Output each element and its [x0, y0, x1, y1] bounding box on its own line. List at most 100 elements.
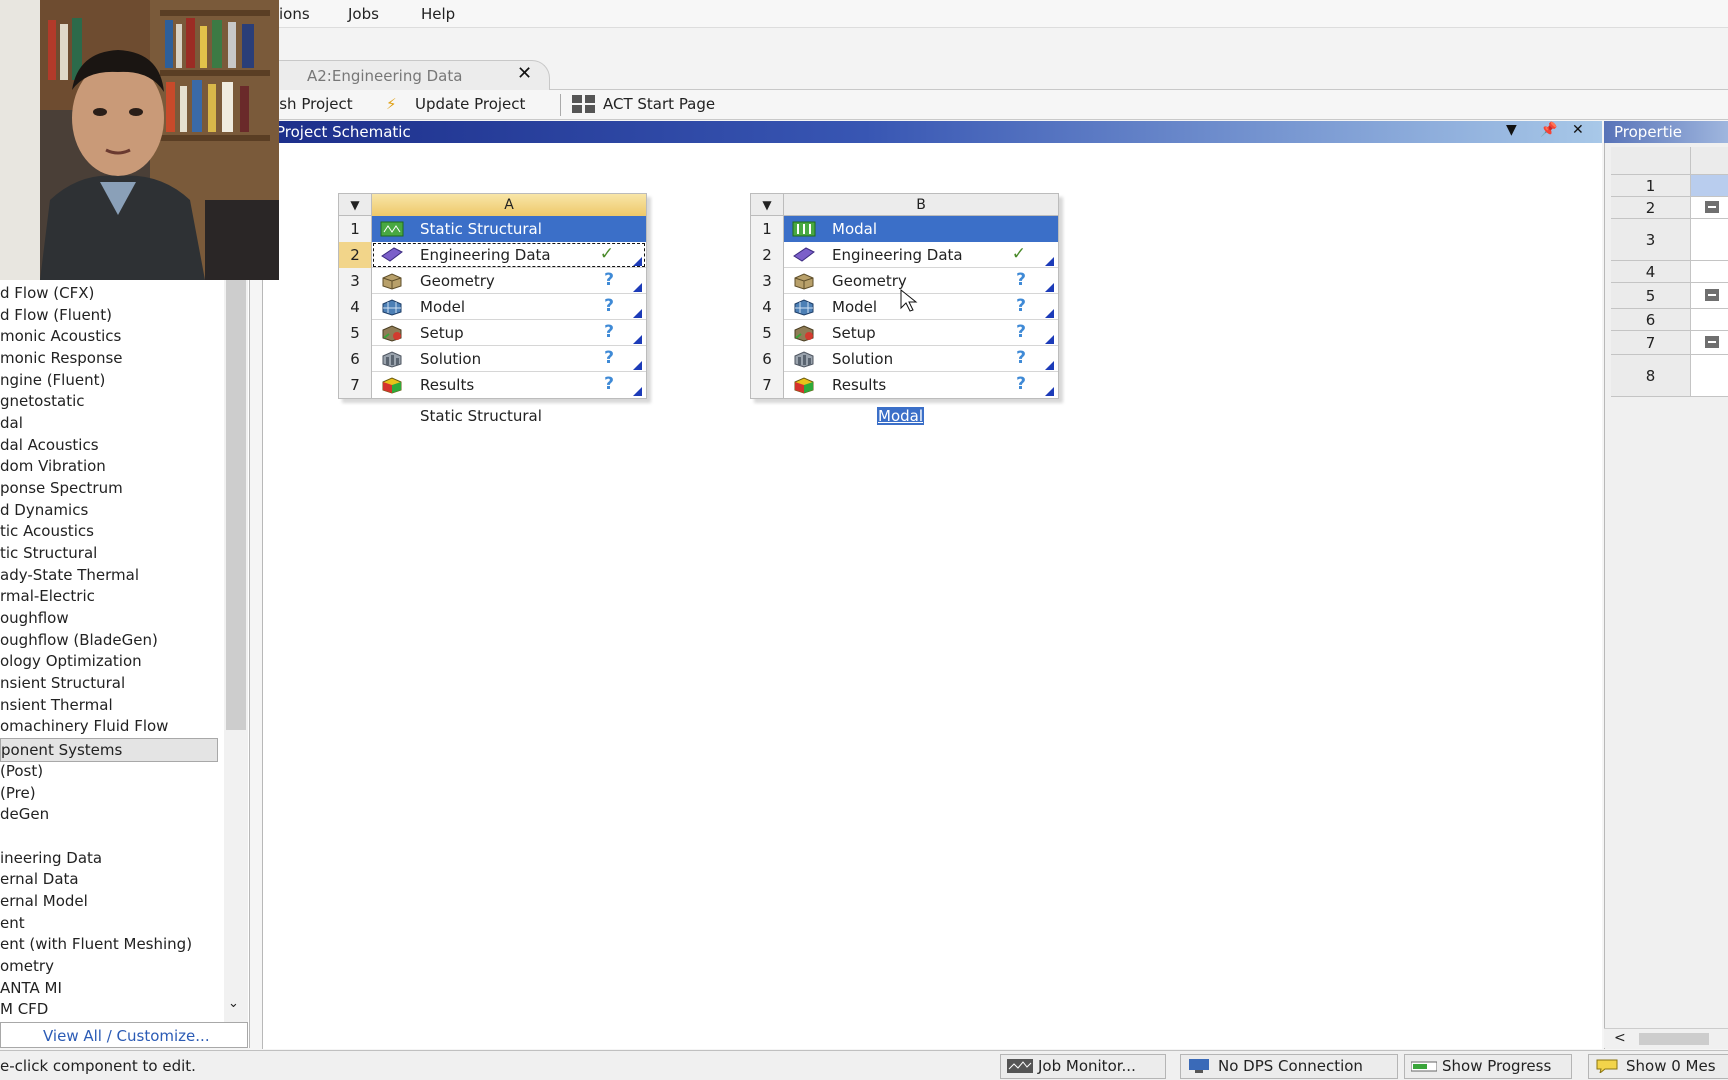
properties-row[interactable]: 8: [1611, 355, 1728, 397]
toolbox-item[interactable]: dom Vibration: [0, 457, 106, 475]
collapse-icon[interactable]: [1705, 200, 1719, 213]
system-row[interactable]: 5 Setup?: [339, 320, 646, 346]
scroll-left-icon[interactable]: <: [1614, 1030, 1626, 1046]
toolbox-item[interactable]: omachinery Fluid Flow: [0, 717, 168, 735]
toolbox-item[interactable]: (Pre): [0, 784, 36, 802]
system-header: ▼ B: [751, 194, 1058, 216]
needs-attention-icon: ?: [604, 374, 614, 394]
up-to-date-icon: ✓: [1011, 244, 1026, 264]
corner-arrow-icon: [1045, 387, 1054, 396]
toolbox-item[interactable]: (Post): [0, 762, 43, 780]
toolbox-item[interactable]: tic Acoustics: [0, 522, 94, 540]
system-column-label: A: [372, 194, 646, 216]
update-project-button[interactable]: Update Project: [415, 95, 525, 113]
view-all-customize-button[interactable]: View All / Customize...: [0, 1022, 248, 1048]
show-messages-button[interactable]: Show 0 Mes: [1588, 1054, 1728, 1079]
toolbox-item[interactable]: tic Structural: [0, 544, 97, 562]
show-progress-button[interactable]: Show Progress: [1404, 1054, 1572, 1079]
scroll-thumb[interactable]: [1639, 1033, 1709, 1045]
toolbox-item[interactable]: d Flow (Fluent): [0, 306, 112, 324]
status-bar: e-click component to edit. Job Monitor..…: [0, 1050, 1728, 1080]
dps-connection-button[interactable]: No DPS Connection: [1180, 1054, 1398, 1079]
toolbox-item[interactable]: dal: [0, 414, 23, 432]
collapse-icon[interactable]: [1705, 335, 1719, 348]
system-row[interactable]: 7 Results?: [339, 372, 646, 398]
toolbox-item[interactable]: deGen: [0, 805, 49, 823]
needs-attention-icon: ?: [604, 322, 614, 342]
toolbox-item[interactable]: monic Acoustics: [0, 327, 121, 345]
corner-arrow-icon: [633, 361, 642, 370]
properties-row[interactable]: 7: [1611, 331, 1728, 355]
solution-icon: [382, 351, 402, 368]
presenter-video-image: [0, 0, 279, 280]
collapse-icon[interactable]: [1705, 288, 1719, 301]
toolbox-item[interactable]: ady-State Thermal: [0, 566, 139, 584]
properties-horizontal-scrollbar[interactable]: <: [1604, 1028, 1728, 1048]
tab-engineering-data[interactable]: A2:Engineering Data ✕: [270, 60, 550, 90]
toolbox-item[interactable]: ometry: [0, 957, 54, 975]
properties-row[interactable]: 1: [1611, 175, 1728, 197]
system-row[interactable]: 6 Solution?: [339, 346, 646, 372]
toolbox-item[interactable]: ANTA MI: [0, 979, 62, 997]
messages-icon: [1596, 1059, 1618, 1073]
corner-arrow-icon: [633, 283, 642, 292]
properties-row[interactable]: 6: [1611, 309, 1728, 331]
system-row[interactable]: 3 Geometry?: [339, 268, 646, 294]
close-icon[interactable]: ✕: [1572, 122, 1584, 138]
toolbox-item[interactable]: ology Optimization: [0, 652, 142, 670]
toolbox-item[interactable]: oughflow (BladeGen): [0, 631, 158, 649]
toolbox-item[interactable]: M CFD: [0, 1000, 48, 1018]
properties-row[interactable]: 2: [1611, 197, 1728, 219]
toolbox-item[interactable]: nsient Structural: [0, 674, 125, 692]
toolbox-item[interactable]: ernal Data: [0, 870, 79, 888]
system-row[interactable]: 1 Static Structural: [339, 216, 646, 242]
toolbox-item[interactable]: ent: [0, 914, 25, 932]
properties-row[interactable]: 5: [1611, 283, 1728, 309]
toolbox-item[interactable]: gnetostatic: [0, 392, 85, 410]
toolbox-item[interactable]: ernal Model: [0, 892, 88, 910]
toolbox-item[interactable]: ngine (Fluent): [0, 371, 105, 389]
menu-jobs[interactable]: Jobs: [348, 5, 379, 23]
dropdown-icon[interactable]: ▼: [1506, 122, 1517, 138]
system-row[interactable]: 6 Solution?: [751, 346, 1058, 372]
system-a[interactable]: ▼ A 1 Static Structural 2 Engineering Data…: [338, 193, 647, 399]
menu-options[interactable]: ions: [279, 5, 310, 23]
toolbox-item[interactable]: dal Acoustics: [0, 436, 99, 454]
job-monitor-button[interactable]: Job Monitor...: [1000, 1054, 1166, 1079]
refresh-project-button[interactable]: esh Project: [270, 95, 353, 113]
toolbox-item[interactable]: ineering Data: [0, 849, 102, 867]
system-menu-icon[interactable]: ▼: [339, 194, 372, 216]
results-icon: [794, 377, 814, 394]
act-start-page-button[interactable]: ACT Start Page: [603, 95, 715, 113]
menu-help[interactable]: Help: [421, 5, 455, 23]
toolbox-item[interactable]: ent (with Fluent Meshing): [0, 935, 192, 953]
project-schematic-canvas[interactable]: ▼ A 1 Static Structural 2 Engineering Data…: [262, 143, 1602, 1049]
lightning-icon: ⚡: [386, 95, 397, 113]
toolbox-item[interactable]: oughflow: [0, 609, 69, 627]
properties-row[interactable]: 4: [1611, 261, 1728, 283]
toolbox-scroll-thumb[interactable]: [226, 278, 246, 730]
toolbox-item[interactable]: nsient Thermal: [0, 696, 113, 714]
properties-row[interactable]: 3: [1611, 219, 1728, 261]
system-row[interactable]: 1 Modal: [751, 216, 1058, 242]
system-a-label[interactable]: Static Structural: [420, 407, 542, 425]
system-row[interactable]: 4 Model?: [339, 294, 646, 320]
close-tab-icon[interactable]: ✕: [517, 63, 532, 84]
toolbox-item[interactable]: d Dynamics: [0, 501, 88, 519]
scroll-down-icon[interactable]: ⌄: [228, 996, 239, 1011]
pin-icon[interactable]: 📌: [1540, 122, 1557, 138]
toolbox-item[interactable]: d Flow (CFX): [0, 284, 94, 302]
toolbox-item[interactable]: ponse Spectrum: [0, 479, 123, 497]
component-systems-group-header[interactable]: ponent Systems: [0, 738, 218, 762]
system-menu-icon[interactable]: ▼: [751, 194, 784, 216]
corner-arrow-icon: [633, 335, 642, 344]
toolbox-item[interactable]: rmal-Electric: [0, 587, 95, 605]
properties-row[interactable]: [1611, 147, 1728, 175]
system-row[interactable]: 2 Engineering Data ✓: [339, 242, 646, 268]
system-b-label[interactable]: Modal: [877, 407, 924, 425]
system-row[interactable]: 2 Engineering Data ✓: [751, 242, 1058, 268]
system-row[interactable]: 7 Results?: [751, 372, 1058, 398]
toolbox-item[interactable]: monic Response: [0, 349, 123, 367]
system-row[interactable]: 5 Setup?: [751, 320, 1058, 346]
properties-header: Propertie: [1604, 121, 1728, 143]
